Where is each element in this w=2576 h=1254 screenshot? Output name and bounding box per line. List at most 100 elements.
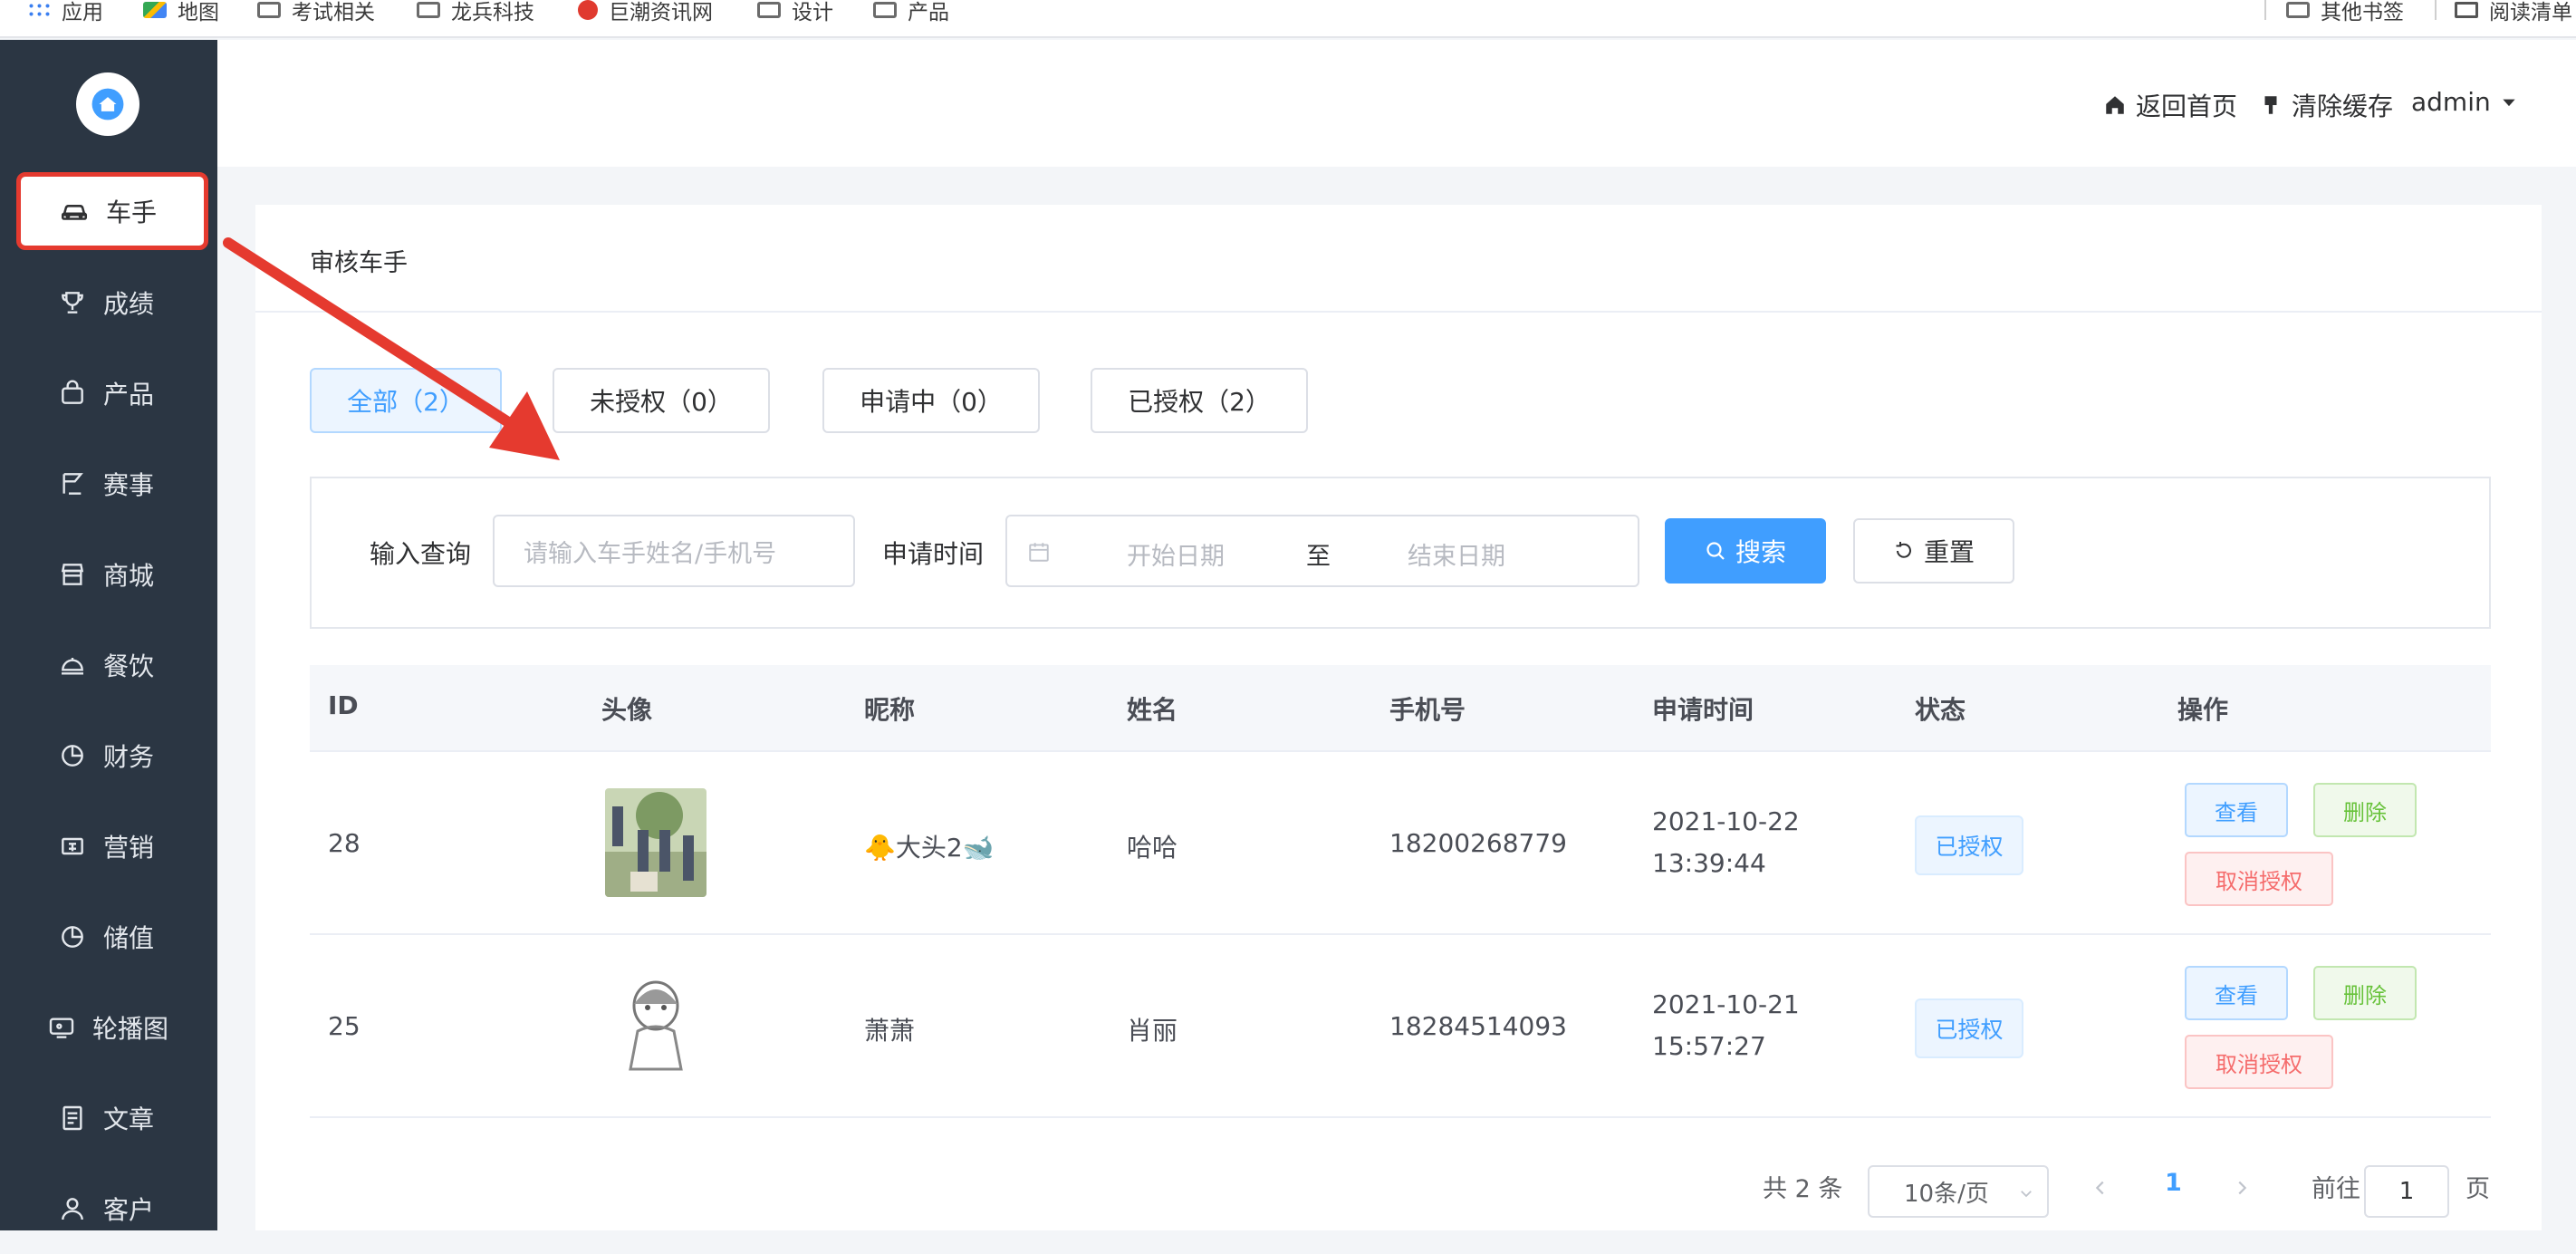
avatar-image: [605, 788, 706, 897]
sidebar-item-drivers[interactable]: 车手: [16, 172, 208, 250]
tab-all[interactable]: 全部（2）: [310, 368, 502, 433]
ticket-icon: [62, 837, 83, 855]
tab-authorized[interactable]: 已授权（2）: [1091, 368, 1308, 433]
user-icon: [62, 1198, 83, 1220]
th-actions: 操作: [2177, 695, 2229, 725]
folder-icon: [257, 2, 281, 18]
dish-icon: [62, 658, 83, 675]
tab-unauthorized[interactable]: 未授权（0）: [553, 368, 770, 433]
sidebar-item-scores[interactable]: 成绩: [0, 257, 217, 348]
reset-button[interactable]: 重置: [1853, 518, 2014, 584]
shop-icon: [61, 564, 84, 585]
goto-page-input[interactable]: 1: [2364, 1165, 2449, 1218]
refresh-icon: [1896, 542, 1911, 558]
query-input[interactable]: 请输入车手姓名/手机号: [493, 515, 855, 587]
cell-nickname: 萧萧: [864, 1016, 916, 1046]
avatar: [605, 971, 706, 1080]
pie-icon: [62, 926, 83, 948]
sidebar-item-articles[interactable]: 文章: [0, 1073, 217, 1163]
next-page-icon[interactable]: [2232, 1178, 2252, 1198]
search-button[interactable]: 搜索: [1665, 518, 1826, 584]
page-size-select[interactable]: 10条/页: [1868, 1165, 2049, 1218]
home-logo[interactable]: [76, 72, 139, 136]
prev-page-icon[interactable]: [2091, 1178, 2110, 1198]
view-button[interactable]: 查看: [2185, 966, 2288, 1020]
clear-cache-link[interactable]: 清除缓存: [2259, 87, 2393, 123]
start-date-input[interactable]: 开始日期: [1127, 536, 1225, 572]
range-separator: 至: [1306, 543, 1331, 571]
sidebar-item-carousel[interactable]: 轮播图: [0, 982, 217, 1073]
th-phone: 手机号: [1389, 695, 1466, 725]
avatar: [605, 788, 706, 897]
bookmark-separator: [2435, 0, 2437, 20]
folder-icon: [417, 2, 440, 18]
cancel-authorization-button[interactable]: 取消授权: [2185, 852, 2333, 906]
user-menu[interactable]: admin: [2411, 87, 2518, 117]
cell-nickname: 🐥大头2🐋: [864, 833, 995, 863]
house-icon: [91, 88, 124, 121]
date-range-picker[interactable]: 开始日期 至 结束日期: [1005, 515, 1639, 587]
delete-button[interactable]: 删除: [2313, 783, 2417, 837]
sidebar-item-customers[interactable]: 客户: [0, 1163, 217, 1254]
cell-phone: 18200268779: [1389, 828, 1567, 858]
sidebar-item-marketing[interactable]: 营销: [0, 801, 217, 892]
cell-apply-date: 2021-10-21: [1652, 989, 1800, 1019]
cell-name: 肖丽: [1127, 1016, 1178, 1046]
page-title: 审核车手: [310, 249, 408, 277]
delete-button[interactable]: 删除: [2313, 966, 2417, 1020]
sidebar-item-finance[interactable]: 财务: [0, 710, 217, 801]
page-number-current[interactable]: 1: [2165, 1169, 2182, 1197]
avatar-image: [605, 971, 706, 1080]
status-badge: 已授权: [1915, 815, 2023, 875]
apply-time-label: 申请时间: [882, 539, 985, 569]
bag-icon: [62, 380, 83, 404]
sidebar-item-dining[interactable]: 餐饮: [0, 620, 217, 710]
caret-down-icon: [2503, 99, 2515, 106]
bookmarks-bar: 应用 地图 考试相关 龙兵科技 巨潮资讯网 设计 产品 其他书签 阅读清单: [0, 0, 2576, 38]
cell-apply-time: 15:57:27: [1652, 1031, 1766, 1061]
view-button[interactable]: 查看: [2185, 783, 2288, 837]
reading-list-icon: [2455, 2, 2478, 18]
bookmark-reading-list[interactable]: 阅读清单: [2455, 0, 2572, 25]
pagination-total: 共 2 条: [1763, 1175, 1843, 1203]
folder-icon: [2286, 2, 2310, 18]
sidebar-item-mall[interactable]: 商城: [0, 529, 217, 620]
sidebar-item-events[interactable]: 赛事: [0, 439, 217, 529]
th-id: ID: [328, 690, 359, 720]
maps-icon: [143, 2, 167, 18]
sidebar-item-products[interactable]: 产品: [0, 348, 217, 439]
bookmark-apps[interactable]: 应用: [27, 0, 103, 25]
table-row: 25 萧萧 肖丽 18284514093 2021-10-21 15:57:27…: [310, 935, 2491, 1118]
tab-applying[interactable]: 申请中（0）: [822, 368, 1040, 433]
cell-phone: 18284514093: [1389, 1011, 1567, 1041]
th-status: 状态: [1915, 695, 1966, 725]
car-icon: [61, 205, 88, 220]
cell-id: 28: [328, 828, 360, 858]
bookmark-cninfo[interactable]: 巨潮资讯网: [578, 0, 713, 25]
bookmark-folder-design[interactable]: 设计: [757, 0, 833, 25]
home-icon: [2106, 96, 2124, 114]
table-header: ID 头像 昵称 姓名 手机号 申请时间 状态 操作: [310, 665, 2491, 752]
bookmark-folder-product[interactable]: 产品: [873, 0, 949, 25]
back-home-link[interactable]: 返回首页: [2103, 87, 2237, 123]
bookmark-other[interactable]: 其他书签: [2286, 0, 2404, 25]
goto-label: 前往: [2312, 1175, 2360, 1203]
pie-icon: [62, 745, 83, 767]
sidebar-item-stored-value[interactable]: 储值: [0, 892, 217, 982]
cninfo-logo-icon: [578, 0, 598, 20]
query-label: 输入查询: [370, 539, 472, 569]
cell-name: 哈哈: [1127, 833, 1178, 863]
search-icon: [1706, 542, 1725, 560]
bookmark-maps[interactable]: 地图: [143, 0, 219, 25]
th-avatar: 头像: [601, 695, 653, 725]
cancel-authorization-button[interactable]: 取消授权: [2185, 1035, 2333, 1089]
page-unit-label: 页: [2465, 1175, 2490, 1203]
end-date-input[interactable]: 结束日期: [1408, 536, 1505, 572]
document-icon: [62, 1105, 82, 1131]
bookmark-folder-longbing[interactable]: 龙兵科技: [417, 0, 534, 25]
cell-id: 25: [328, 1011, 360, 1041]
table-row: 28 🐥大头2🐋 哈哈 18200268779 2021-10-22 13:39…: [310, 752, 2491, 935]
brush-icon: [2264, 96, 2277, 114]
chevron-down-icon: [2021, 1191, 2032, 1198]
bookmark-folder-exam[interactable]: 考试相关: [257, 0, 375, 25]
